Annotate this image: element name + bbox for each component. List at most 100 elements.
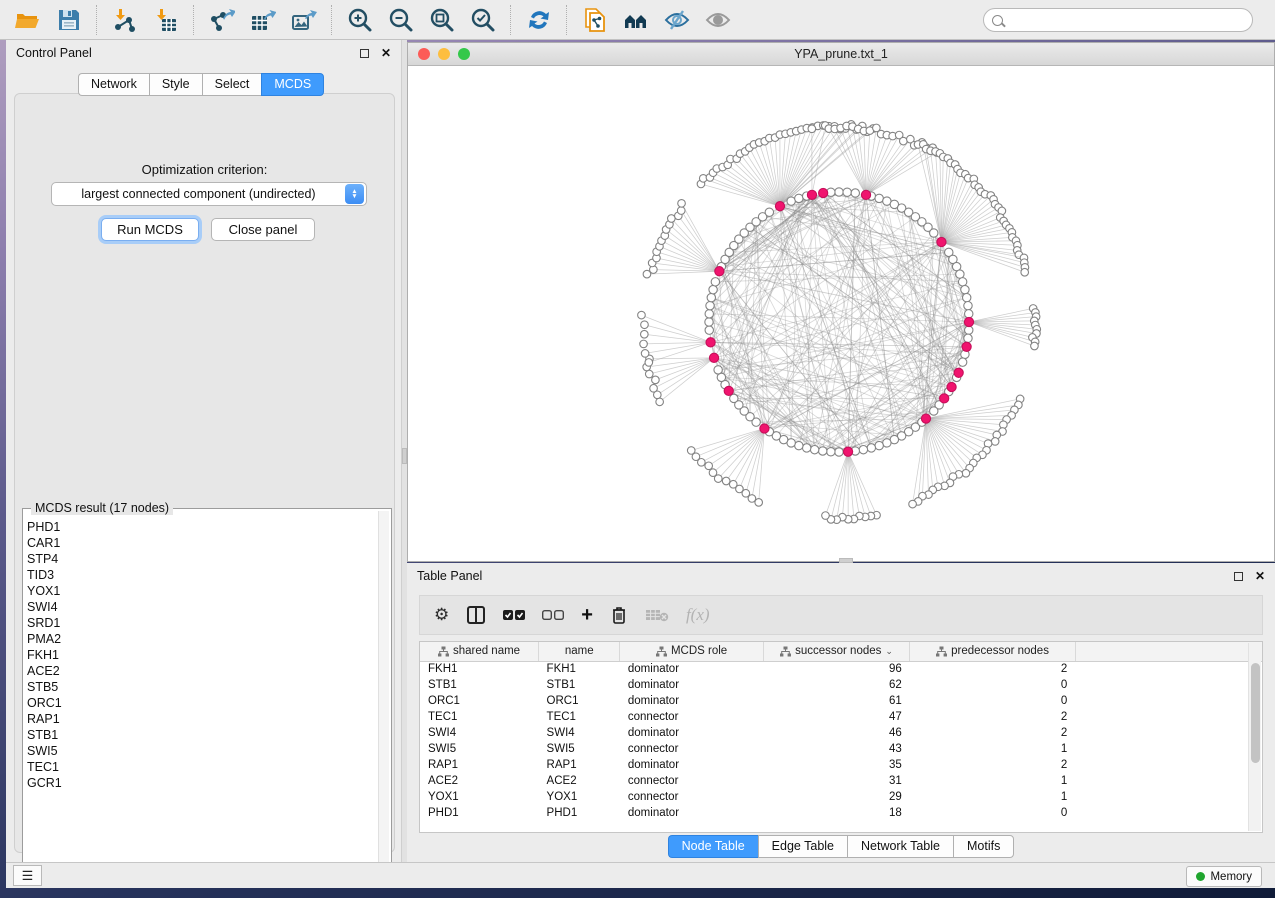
maximize-window-icon[interactable]	[458, 48, 470, 60]
network-node[interactable]	[835, 448, 843, 456]
network-hub-node[interactable]	[724, 386, 733, 395]
network-node[interactable]	[729, 480, 737, 488]
network-hub-node[interactable]	[962, 342, 971, 351]
network-node[interactable]	[808, 125, 816, 133]
mcds-result-item[interactable]: STB5	[27, 679, 377, 695]
first-neighbors-icon[interactable]	[622, 6, 649, 33]
network-hub-node[interactable]	[706, 338, 715, 347]
minimize-window-icon[interactable]	[438, 48, 450, 60]
hide-selected-icon[interactable]	[663, 6, 690, 33]
network-hub-node[interactable]	[843, 447, 852, 456]
table-row[interactable]: TEC1TEC1connector472	[420, 709, 1262, 725]
import-network-icon[interactable]	[111, 6, 138, 33]
table-row[interactable]: PHD1PHD1dominator180	[420, 805, 1262, 821]
network-node[interactable]	[638, 311, 646, 319]
close-table-panel-icon[interactable]: ✕	[1255, 570, 1265, 582]
network-hub-node[interactable]	[709, 353, 718, 362]
network-node[interactable]	[722, 477, 730, 485]
table-row[interactable]: ORC1ORC1dominator610	[420, 693, 1262, 709]
network-hub-node[interactable]	[964, 317, 973, 326]
network-node[interactable]	[851, 189, 859, 197]
network-window-titlebar[interactable]: YPA_prune.txt_1	[408, 43, 1274, 66]
network-hub-node[interactable]	[954, 368, 963, 377]
mcds-list-scrollbar[interactable]	[378, 511, 389, 877]
table-row[interactable]: RAP1RAP1dominator352	[420, 757, 1262, 773]
mcds-result-item[interactable]: SWI4	[27, 599, 377, 615]
network-hub-node[interactable]	[940, 394, 949, 403]
tab-network[interactable]: Network	[78, 73, 149, 96]
table-row[interactable]: FKH1FKH1dominator962	[420, 661, 1262, 677]
network-node[interactable]	[958, 358, 966, 366]
search-input[interactable]	[1008, 13, 1252, 27]
float-table-panel-icon[interactable]	[1234, 572, 1243, 581]
mcds-result-item[interactable]: STP4	[27, 551, 377, 567]
mcds-result-item[interactable]: ACE2	[27, 663, 377, 679]
show-columns-icon[interactable]	[466, 605, 486, 625]
network-node[interactable]	[705, 326, 713, 334]
network-node[interactable]	[650, 384, 658, 392]
open-session-icon[interactable]	[14, 6, 41, 33]
mcds-result-item[interactable]: FKH1	[27, 647, 377, 663]
zoom-selected-icon[interactable]	[469, 6, 496, 33]
tab-motifs[interactable]: Motifs	[953, 835, 1014, 858]
show-all-icon[interactable]	[704, 6, 731, 33]
network-node[interactable]	[930, 229, 938, 237]
float-panel-icon[interactable]	[360, 49, 369, 58]
network-node[interactable]	[827, 448, 835, 456]
network-node[interactable]	[843, 188, 851, 196]
network-node[interactable]	[835, 188, 843, 196]
network-node[interactable]	[705, 462, 713, 470]
table-row[interactable]: ACE2ACE2connector311	[420, 773, 1262, 789]
table-row[interactable]: SWI4SWI4dominator462	[420, 725, 1262, 741]
table-row[interactable]: SWI5SWI5connector431	[420, 741, 1262, 757]
network-node[interactable]	[705, 310, 713, 318]
network-hub-node[interactable]	[861, 190, 870, 199]
network-node[interactable]	[867, 444, 875, 452]
add-column-icon[interactable]: +	[581, 605, 593, 625]
delete-column-icon[interactable]	[610, 605, 628, 625]
table-scrollbar[interactable]	[1248, 643, 1261, 831]
criterion-dropdown[interactable]: largest connected component (undirected)…	[51, 182, 367, 206]
network-hub-node[interactable]	[760, 424, 769, 433]
network-node[interactable]	[961, 285, 969, 293]
select-all-columns-icon[interactable]	[503, 609, 525, 621]
network-node[interactable]	[991, 438, 999, 446]
mcds-result-item[interactable]: RAP1	[27, 711, 377, 727]
zoom-fit-icon[interactable]	[428, 6, 455, 33]
status-menu-icon[interactable]: ☰	[13, 865, 42, 886]
network-node[interactable]	[930, 407, 938, 415]
network-node[interactable]	[714, 366, 722, 374]
column-header-predecessor-nodes[interactable]: predecessor nodes	[910, 642, 1076, 661]
network-node[interactable]	[645, 359, 653, 367]
network-node[interactable]	[687, 447, 695, 455]
network-hub-node[interactable]	[807, 190, 816, 199]
apply-layout-icon[interactable]	[525, 6, 552, 33]
network-canvas[interactable]	[408, 66, 1274, 561]
table-scrollbar-thumb[interactable]	[1251, 663, 1260, 763]
tab-mcds[interactable]: MCDS	[261, 73, 324, 96]
network-hub-node[interactable]	[819, 188, 828, 197]
network-node[interactable]	[641, 321, 649, 329]
mcds-result-item[interactable]: TEC1	[27, 759, 377, 775]
network-node[interactable]	[810, 445, 818, 453]
mcds-result-item[interactable]: YOX1	[27, 583, 377, 599]
network-hub-node[interactable]	[715, 267, 724, 276]
close-window-icon[interactable]	[418, 48, 430, 60]
tab-node-table[interactable]: Node Table	[668, 835, 758, 858]
network-node[interactable]	[962, 293, 970, 301]
network-node[interactable]	[964, 334, 972, 342]
mcds-result-item[interactable]: PHD1	[27, 519, 377, 535]
network-node[interactable]	[875, 441, 883, 449]
network-node[interactable]	[645, 370, 653, 378]
mcds-result-item[interactable]: PMA2	[27, 631, 377, 647]
horizontal-splitter-handle[interactable]	[839, 558, 853, 563]
network-hub-node[interactable]	[921, 414, 930, 423]
clone-network-icon[interactable]	[581, 6, 608, 33]
mcds-result-item[interactable]: CAR1	[27, 535, 377, 551]
export-network-icon[interactable]	[208, 6, 235, 33]
network-node[interactable]	[706, 302, 714, 310]
export-table-icon[interactable]	[249, 6, 276, 33]
network-node[interactable]	[802, 444, 810, 452]
network-node[interactable]	[965, 310, 973, 318]
network-node[interactable]	[1031, 342, 1039, 350]
